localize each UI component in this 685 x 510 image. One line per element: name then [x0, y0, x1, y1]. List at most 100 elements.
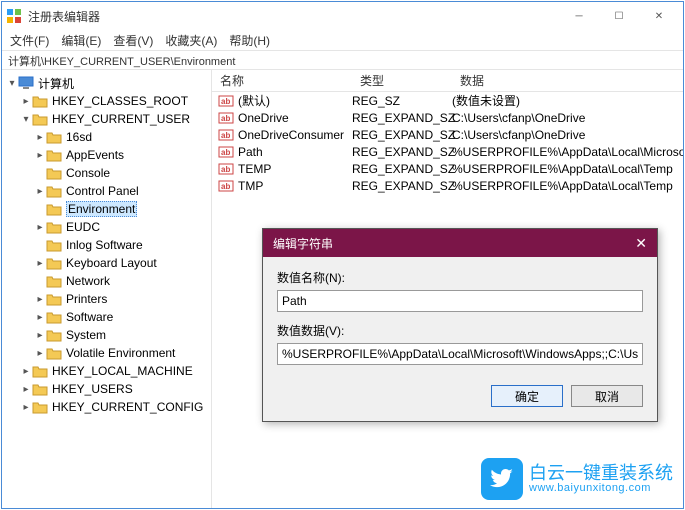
tree-item[interactable]: Console — [4, 164, 209, 182]
folder-icon — [46, 238, 62, 252]
tree-label: Inlog Software — [66, 238, 143, 252]
value-name: Path — [238, 145, 352, 159]
tree-label: Volatile Environment — [66, 346, 175, 360]
svg-text:ab: ab — [221, 165, 230, 174]
list-row[interactable]: abOneDriveREG_EXPAND_SZC:\Users\cfanp\On… — [212, 109, 683, 126]
menu-favorites[interactable]: 收藏夹(A) — [161, 32, 221, 49]
tree-label: Printers — [66, 292, 107, 306]
menu-help[interactable]: 帮助(H) — [225, 32, 274, 49]
chevron-right-icon[interactable]: ▸ — [20, 96, 32, 107]
tree-item[interactable]: ▸ Software — [4, 308, 209, 326]
tree-label: Network — [66, 274, 110, 288]
chevron-right-icon[interactable]: ▸ — [34, 312, 46, 323]
menubar: 文件(F) 编辑(E) 查看(V) 收藏夹(A) 帮助(H) — [2, 30, 683, 50]
tree-label: 计算机 — [38, 75, 74, 92]
tree-label: HKEY_CURRENT_USER — [52, 112, 190, 126]
tree-label: Software — [66, 310, 113, 324]
value-name: TEMP — [238, 162, 352, 176]
dialog-titlebar[interactable]: 编辑字符串 ✕ — [263, 229, 657, 257]
list-row[interactable]: abOneDriveConsumerREG_EXPAND_SZC:\Users\… — [212, 126, 683, 143]
chevron-right-icon[interactable]: ▸ — [34, 348, 46, 359]
tree-label: System — [66, 328, 106, 342]
tree-item[interactable]: ▸AppEvents — [4, 146, 209, 164]
chevron-right-icon[interactable]: ▸ — [20, 366, 32, 377]
tree-hkcc[interactable]: ▸HKEY_CURRENT_CONFIG — [4, 398, 209, 416]
tree-hkcr[interactable]: ▸ HKEY_CLASSES_ROOT — [4, 92, 209, 110]
folder-icon — [46, 346, 62, 360]
list-row[interactable]: abPathREG_EXPAND_SZ%USERPROFILE%\AppData… — [212, 143, 683, 160]
menu-view[interactable]: 查看(V) — [109, 32, 157, 49]
chevron-right-icon[interactable]: ▸ — [34, 294, 46, 305]
value-data-label: 数值数据(V): — [277, 322, 643, 339]
chevron-right-icon[interactable]: ▸ — [34, 330, 46, 341]
value-type: REG_EXPAND_SZ — [352, 111, 452, 125]
value-data: %USERPROFILE%\AppData\Local\Microsoft\..… — [452, 145, 683, 159]
chevron-right-icon[interactable]: ▸ — [34, 132, 46, 143]
close-button[interactable]: ✕ — [639, 2, 679, 30]
address-bar[interactable]: 计算机\HKEY_CURRENT_USER\Environment — [2, 50, 683, 70]
tree-label: HKEY_LOCAL_MACHINE — [52, 364, 193, 378]
list-row[interactable]: abTMPREG_EXPAND_SZ%USERPROFILE%\AppData\… — [212, 177, 683, 194]
chevron-right-icon[interactable]: ▸ — [20, 402, 32, 413]
chevron-right-icon[interactable]: ▸ — [34, 258, 46, 269]
folder-icon — [46, 274, 62, 288]
list-header: 名称 类型 数据 — [212, 70, 683, 92]
dialog-title: 编辑字符串 — [273, 235, 635, 252]
minimize-button[interactable]: ─ — [559, 2, 599, 30]
tree-item-environment[interactable]: Environment — [4, 200, 209, 218]
folder-icon — [46, 310, 62, 324]
value-name: TMP — [238, 179, 352, 193]
tree-item[interactable]: ▸ Printers — [4, 290, 209, 308]
tree-root[interactable]: ▾ 计算机 — [4, 74, 209, 92]
tree-item[interactable]: ▸ Control Panel — [4, 182, 209, 200]
column-type[interactable]: 类型 — [352, 70, 452, 91]
dialog-body: 数值名称(N): 数值数据(V): — [263, 257, 657, 385]
tree-pane[interactable]: ▾ 计算机 ▸ HKEY_CLASSES_ROOT ▾ HKEY_CURRENT_U… — [2, 70, 212, 508]
tree-item[interactable]: ▸ Keyboard Layout — [4, 254, 209, 272]
value-data: %USERPROFILE%\AppData\Local\Temp — [452, 179, 683, 193]
list-row[interactable]: ab(默认)REG_SZ(数值未设置) — [212, 92, 683, 109]
tree-item[interactable]: Inlog Software — [4, 236, 209, 254]
chevron-right-icon[interactable]: ▸ — [34, 186, 46, 197]
chevron-right-icon[interactable]: ▸ — [20, 384, 32, 395]
tree-label: Console — [66, 166, 110, 180]
cancel-button[interactable]: 取消 — [571, 385, 643, 407]
chevron-right-icon[interactable]: ▸ — [34, 150, 46, 161]
tree-hkcu[interactable]: ▾ HKEY_CURRENT_USER — [4, 110, 209, 128]
value-name: (默认) — [238, 92, 352, 109]
chevron-right-icon[interactable]: ▸ — [34, 222, 46, 233]
tree-label: Keyboard Layout — [66, 256, 157, 270]
tree-label: EUDC — [66, 220, 100, 234]
app-icon — [6, 8, 22, 24]
chevron-down-icon[interactable]: ▾ — [20, 114, 32, 125]
ok-button[interactable]: 确定 — [491, 385, 563, 407]
close-icon[interactable]: ✕ — [635, 235, 647, 252]
value-type: REG_SZ — [352, 94, 452, 108]
tree-label: HKEY_CLASSES_ROOT — [52, 94, 188, 108]
list-row[interactable]: abTEMPREG_EXPAND_SZ%USERPROFILE%\AppData… — [212, 160, 683, 177]
menu-file[interactable]: 文件(F) — [6, 32, 53, 49]
svg-text:ab: ab — [221, 182, 230, 191]
column-name[interactable]: 名称 — [212, 70, 352, 91]
tree-hklm[interactable]: ▸ HKEY_LOCAL_MACHINE — [4, 362, 209, 380]
maximize-button[interactable]: ☐ — [599, 2, 639, 30]
watermark: 白云一键重装系统 www.baiyunxitong.com — [481, 458, 673, 500]
tree-hku[interactable]: ▸HKEY_USERS — [4, 380, 209, 398]
value-name-input[interactable] — [277, 290, 643, 312]
tree-item[interactable]: Network — [4, 272, 209, 290]
value-type: REG_EXPAND_SZ — [352, 145, 452, 159]
folder-icon — [32, 94, 48, 108]
tree-label: Control Panel — [66, 184, 139, 198]
tree-item[interactable]: ▸ EUDC — [4, 218, 209, 236]
value-data: %USERPROFILE%\AppData\Local\Temp — [452, 162, 683, 176]
tree-item[interactable]: ▸ System — [4, 326, 209, 344]
chevron-down-icon[interactable]: ▾ — [6, 78, 18, 89]
menu-edit[interactable]: 编辑(E) — [57, 32, 105, 49]
tree-item[interactable]: ▸ Volatile Environment — [4, 344, 209, 362]
column-data[interactable]: 数据 — [452, 70, 683, 91]
window-title: 注册表编辑器 — [28, 8, 559, 25]
value-data-input[interactable] — [277, 343, 643, 365]
tree-item[interactable]: ▸16sd — [4, 128, 209, 146]
folder-icon — [46, 328, 62, 342]
value-name: OneDrive — [238, 111, 352, 125]
